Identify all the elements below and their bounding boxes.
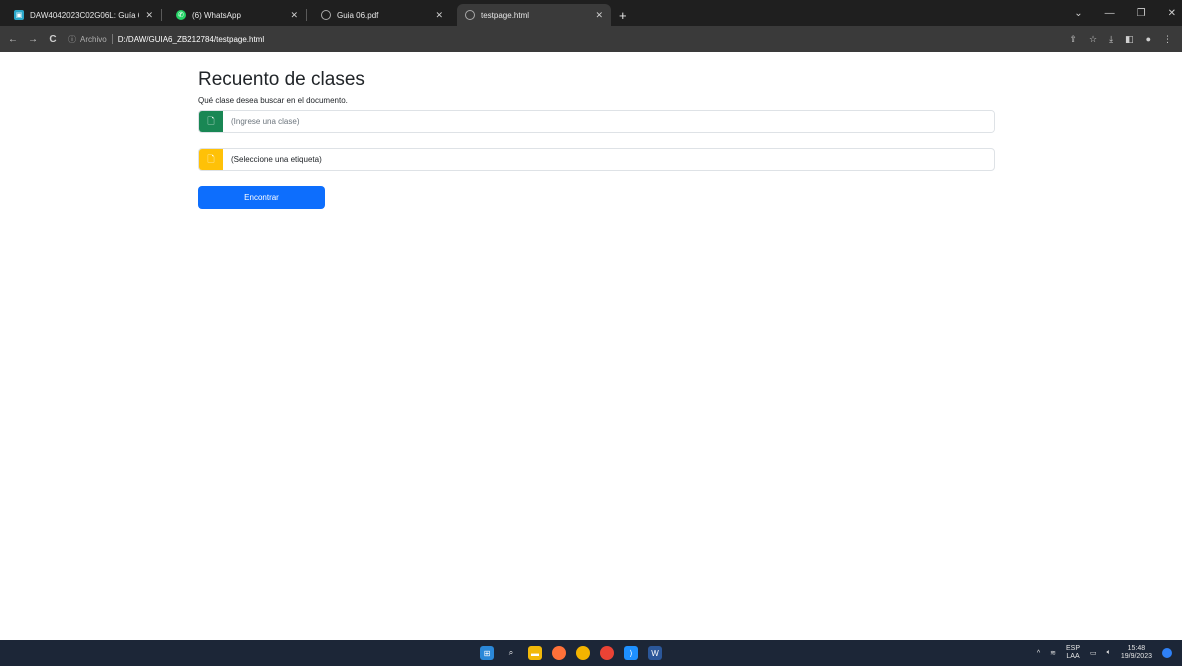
tab-title: (6) WhatsApp [192,10,241,20]
profile-icon[interactable]: ● [1146,34,1151,44]
chevron-up-icon[interactable]: ^ [1037,650,1040,657]
download-icon[interactable]: ⤓ [1109,34,1113,45]
chrome-icon[interactable] [576,646,590,660]
new-tab-button[interactable]: + [619,4,627,26]
address-url[interactable]: D:/DAW/GUIA6_ZB212784/testpage.html [118,35,264,44]
system-tray: ^ ≋ ESP LAA ▭ 🔈︎ 15:48 19/9/2023 [1037,640,1172,666]
search-icon[interactable]: ⌕ [504,646,518,660]
chrome-active-icon[interactable] [600,646,614,660]
address-scheme-label: Archivo [80,34,107,44]
chevron-down-icon[interactable]: ⌄ [1074,8,1082,19]
toolbar-actions: ⇪ ☆ ⤓ ◧ ● ⋮ [1069,34,1172,45]
tag-select[interactable]: (Seleccione una etiqueta) [223,149,994,170]
clock-date: 19/9/2023 [1120,653,1152,660]
close-icon[interactable]: ✕ [435,10,443,21]
clock-time: 15:48 [1127,645,1146,652]
class-input[interactable] [223,111,994,132]
file-icon: 🗋 [199,149,223,170]
main-container: Recuento de clases Qué clase desea busca… [198,68,995,209]
address-divider [111,34,113,44]
language-top: ESP [1066,645,1081,652]
page-subtitle: Qué clase desea buscar en el documento. [198,96,348,105]
tab-guia-pdf[interactable]: Guia 06.pdf ✕ [313,4,451,26]
tab-title: testpage.html [481,10,530,20]
globe-icon [321,10,331,20]
file-explorer-icon[interactable]: ▬ [528,646,542,660]
tab-title: Guia 06.pdf [337,10,379,20]
reload-icon[interactable]: C [46,34,60,45]
info-icon[interactable]: ⓘ [68,34,76,45]
network-icon[interactable]: ≋ [1050,649,1056,657]
taskbar: ⊞ ⌕ ▬ ⟩ W ^ ≋ ESP LAA ▭ 🔈︎ 15:48 19/9/20… [0,640,1182,666]
find-button[interactable]: Encontrar [198,186,325,209]
browser-toolbar: ← → C ⓘ Archivo D:/DAW/GUIA6_ZB212784/te… [0,26,1182,52]
windows-start-icon[interactable]: ⊞ [480,646,494,660]
class-input-group: 🗋 [198,110,995,133]
volume-icon[interactable]: 🔈︎ [1107,649,1111,657]
tab-separator [161,9,162,21]
browser-tab-strip: ▣ DAW4042023C02G06L: Guía 6 ✕ ✆ (6) What… [0,0,1182,26]
notification-icon[interactable] [1162,648,1172,658]
close-icon[interactable]: ✕ [290,10,298,21]
tab-testpage[interactable]: testpage.html ✕ [457,4,611,26]
address-bar[interactable]: ⓘ Archivo D:/DAW/GUIA6_ZB212784/testpage… [68,30,1069,48]
bookmark-star-icon[interactable]: ☆ [1089,34,1097,45]
close-window-icon[interactable]: ✕ [1168,8,1176,19]
tag-select-group: 🗋 (Seleccione una etiqueta) [198,148,995,171]
tab-separator [306,9,307,21]
minimize-icon[interactable]: — [1105,8,1115,19]
clock[interactable]: 15:48 19/9/2023 [1121,645,1152,661]
display-icon[interactable]: ▭ [1090,649,1097,657]
back-icon[interactable]: ← [6,34,20,45]
close-icon[interactable]: ✕ [595,10,603,21]
word-icon[interactable]: W [648,646,662,660]
menu-dots-icon[interactable]: ⋮ [1163,34,1172,45]
sidepanel-icon[interactable]: ◧ [1125,34,1134,45]
restore-icon[interactable]: ❐ [1137,8,1146,19]
vscode-icon[interactable]: ⟩ [624,646,638,660]
tab-title: DAW4042023C02G06L: Guía 6 [30,10,140,20]
whatsapp-icon: ✆ [176,10,186,20]
page-title: Recuento de clases [198,69,365,90]
taskbar-apps: ⊞ ⌕ ▬ ⟩ W [480,640,662,666]
firefox-icon[interactable] [552,646,566,660]
tab-whatsapp[interactable]: ✆ (6) WhatsApp ✕ [168,4,306,26]
share-icon[interactable]: ⇪ [1069,34,1077,45]
globe-icon [465,10,475,20]
moodle-icon: ▣ [14,10,24,20]
language-indicator[interactable]: ESP LAA [1066,645,1080,661]
page-viewport: Recuento de clases Qué clase desea busca… [0,52,1182,640]
forward-icon[interactable]: → [26,34,40,45]
close-icon[interactable]: ✕ [145,10,153,21]
file-icon: 🗋 [199,111,223,132]
tab-moodle[interactable]: ▣ DAW4042023C02G06L: Guía 6 ✕ [6,4,161,26]
language-bottom: LAA [1066,653,1080,660]
window-controls: ⌄ — ❐ ✕ [1074,0,1176,26]
